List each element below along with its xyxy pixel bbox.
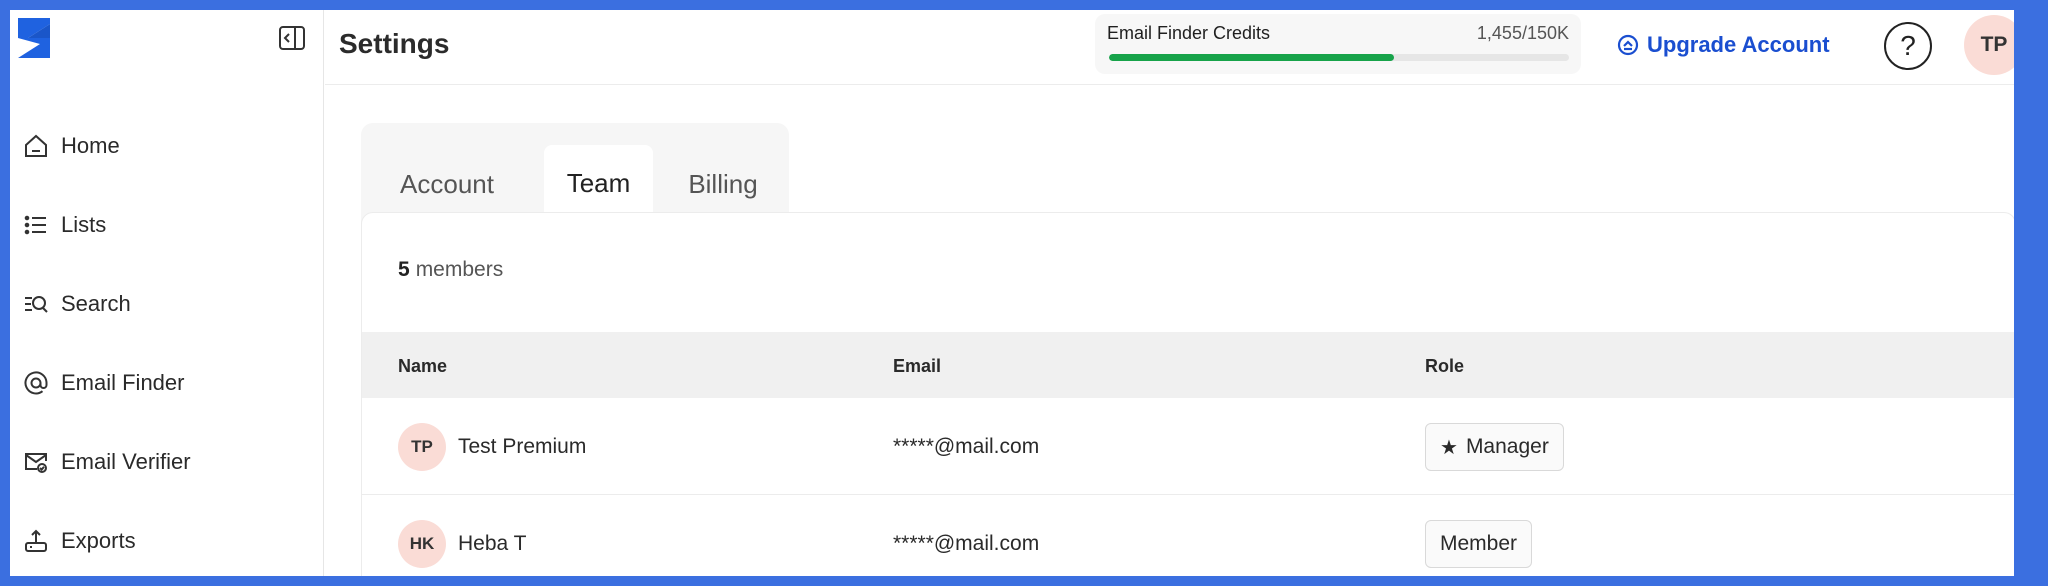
column-header-role: Role (1425, 356, 1465, 376)
help-button[interactable]: ? (1884, 22, 1932, 70)
mail-check-icon (22, 448, 50, 476)
search-list-icon (22, 290, 50, 318)
brand-logo-icon[interactable] (14, 16, 54, 60)
table-row[interactable]: TP Test Premium *****@mail.com ★ Manager (362, 398, 2014, 495)
sidebar-item-lists[interactable]: Lists (22, 203, 302, 247)
list-icon (22, 211, 50, 239)
credits-label: Email Finder Credits (1107, 23, 1271, 43)
member-avatar: HK (398, 520, 446, 568)
column-header-email: Email (893, 356, 942, 376)
star-icon: ★ (1440, 436, 1458, 459)
member-email: *****@mail.com (893, 435, 1040, 458)
upgrade-account-link[interactable]: Upgrade Account (1617, 32, 1830, 58)
app-window: Home Lists Search Email Finder Email Ver… (10, 10, 2014, 576)
upload-icon (22, 527, 50, 555)
table-header: Name Email Role (362, 332, 2014, 398)
sidebar-item-home[interactable]: Home (22, 124, 302, 168)
sidebar-item-label: Search (61, 291, 131, 316)
sidebar-item-email-verifier[interactable]: Email Verifier (22, 440, 302, 484)
role-label: Manager (1465, 435, 1549, 458)
sidebar-item-label: Email Verifier (61, 449, 191, 474)
user-avatar[interactable]: TP (1964, 15, 2014, 75)
member-avatar: TP (398, 423, 446, 471)
top-header: Settings Email Finder Credits 1,455/150K… (325, 10, 2014, 85)
upgrade-icon (1617, 34, 1639, 56)
role-badge: ★ Manager (1425, 423, 1564, 471)
member-count-number: 5 (398, 258, 410, 281)
member-email: *****@mail.com (893, 532, 1040, 555)
home-icon (22, 132, 50, 160)
sidebar-item-exports[interactable]: Exports (22, 519, 302, 563)
settings-tabs: Account Team Billing (361, 123, 789, 223)
sidebar: Home Lists Search Email Finder Email Ver… (10, 10, 324, 576)
credits-value: 1,455/150K (1476, 23, 1569, 43)
column-header-name: Name (398, 356, 448, 376)
table-row[interactable]: HK Heba T *****@mail.com Member (362, 495, 2014, 576)
credits-meter: Email Finder Credits 1,455/150K (1095, 14, 1581, 74)
sidebar-item-label: Home (61, 133, 120, 158)
sidebar-collapse-icon[interactable] (278, 24, 306, 52)
role-badge: Member (1425, 520, 1533, 568)
sidebar-item-email-finder[interactable]: Email Finder (22, 361, 302, 405)
member-name: Heba T (458, 532, 527, 555)
page-title: Settings (339, 28, 450, 59)
sidebar-item-label: Lists (61, 212, 107, 237)
member-count: 5 members (398, 258, 503, 282)
upgrade-label: Upgrade Account (1647, 32, 1830, 57)
credits-progress-track (1109, 54, 1569, 61)
role-label: Member (1440, 532, 1518, 555)
member-count-suffix: members (415, 258, 504, 281)
sidebar-item-label: Exports (61, 528, 136, 553)
credits-progress-fill (1109, 54, 1395, 61)
at-sign-icon (22, 369, 50, 397)
sidebar-item-label: Email Finder (61, 370, 185, 395)
team-members-card: 5 members Name Email Role TP Test Premium… (361, 212, 2014, 576)
sidebar-item-search[interactable]: Search (22, 282, 302, 326)
member-name: Test Premium (458, 435, 587, 458)
